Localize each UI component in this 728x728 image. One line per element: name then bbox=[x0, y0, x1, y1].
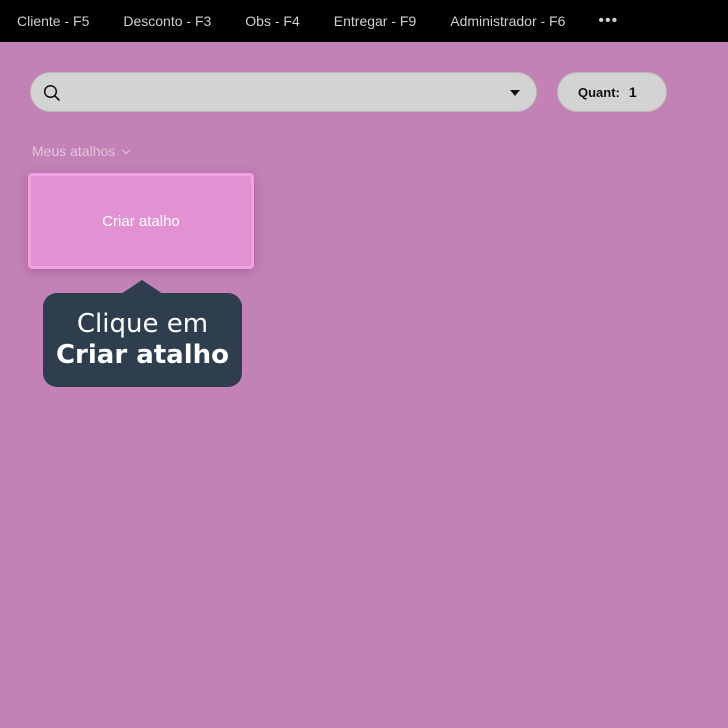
quantity-label: Quant: bbox=[578, 84, 620, 100]
menu-cliente[interactable]: Cliente - F5 bbox=[17, 13, 89, 29]
onboarding-tooltip: Clique em Criar atalho bbox=[43, 280, 242, 387]
menu-obs[interactable]: Obs - F4 bbox=[245, 13, 299, 29]
my-shortcuts-label: Meus atalhos bbox=[32, 143, 116, 159]
create-shortcut-label: Criar atalho bbox=[102, 212, 180, 230]
menu-administrador[interactable]: Administrador - F6 bbox=[450, 13, 565, 29]
product-search-box[interactable] bbox=[30, 72, 537, 112]
top-menu-bar: Cliente - F5 Desconto - F3 Obs - F4 Entr… bbox=[0, 0, 728, 42]
menu-desconto[interactable]: Desconto - F3 bbox=[123, 13, 211, 29]
my-shortcuts-toggle[interactable]: Meus atalhos bbox=[32, 143, 131, 159]
tooltip-line1: Clique em bbox=[76, 309, 209, 339]
menu-entregar[interactable]: Entregar - F9 bbox=[334, 13, 416, 29]
quantity-value[interactable]: 1 bbox=[629, 84, 637, 100]
quantity-field[interactable]: Quant: 1 bbox=[557, 72, 667, 112]
chevron-down-icon bbox=[122, 145, 131, 154]
more-menu-icon[interactable]: ••• bbox=[598, 12, 618, 30]
search-input[interactable] bbox=[71, 79, 515, 107]
tooltip-line2: Criar atalho bbox=[55, 340, 230, 370]
create-shortcut-button[interactable]: Criar atalho bbox=[28, 173, 254, 269]
search-icon bbox=[43, 84, 60, 101]
dropdown-caret-icon[interactable] bbox=[510, 90, 520, 96]
